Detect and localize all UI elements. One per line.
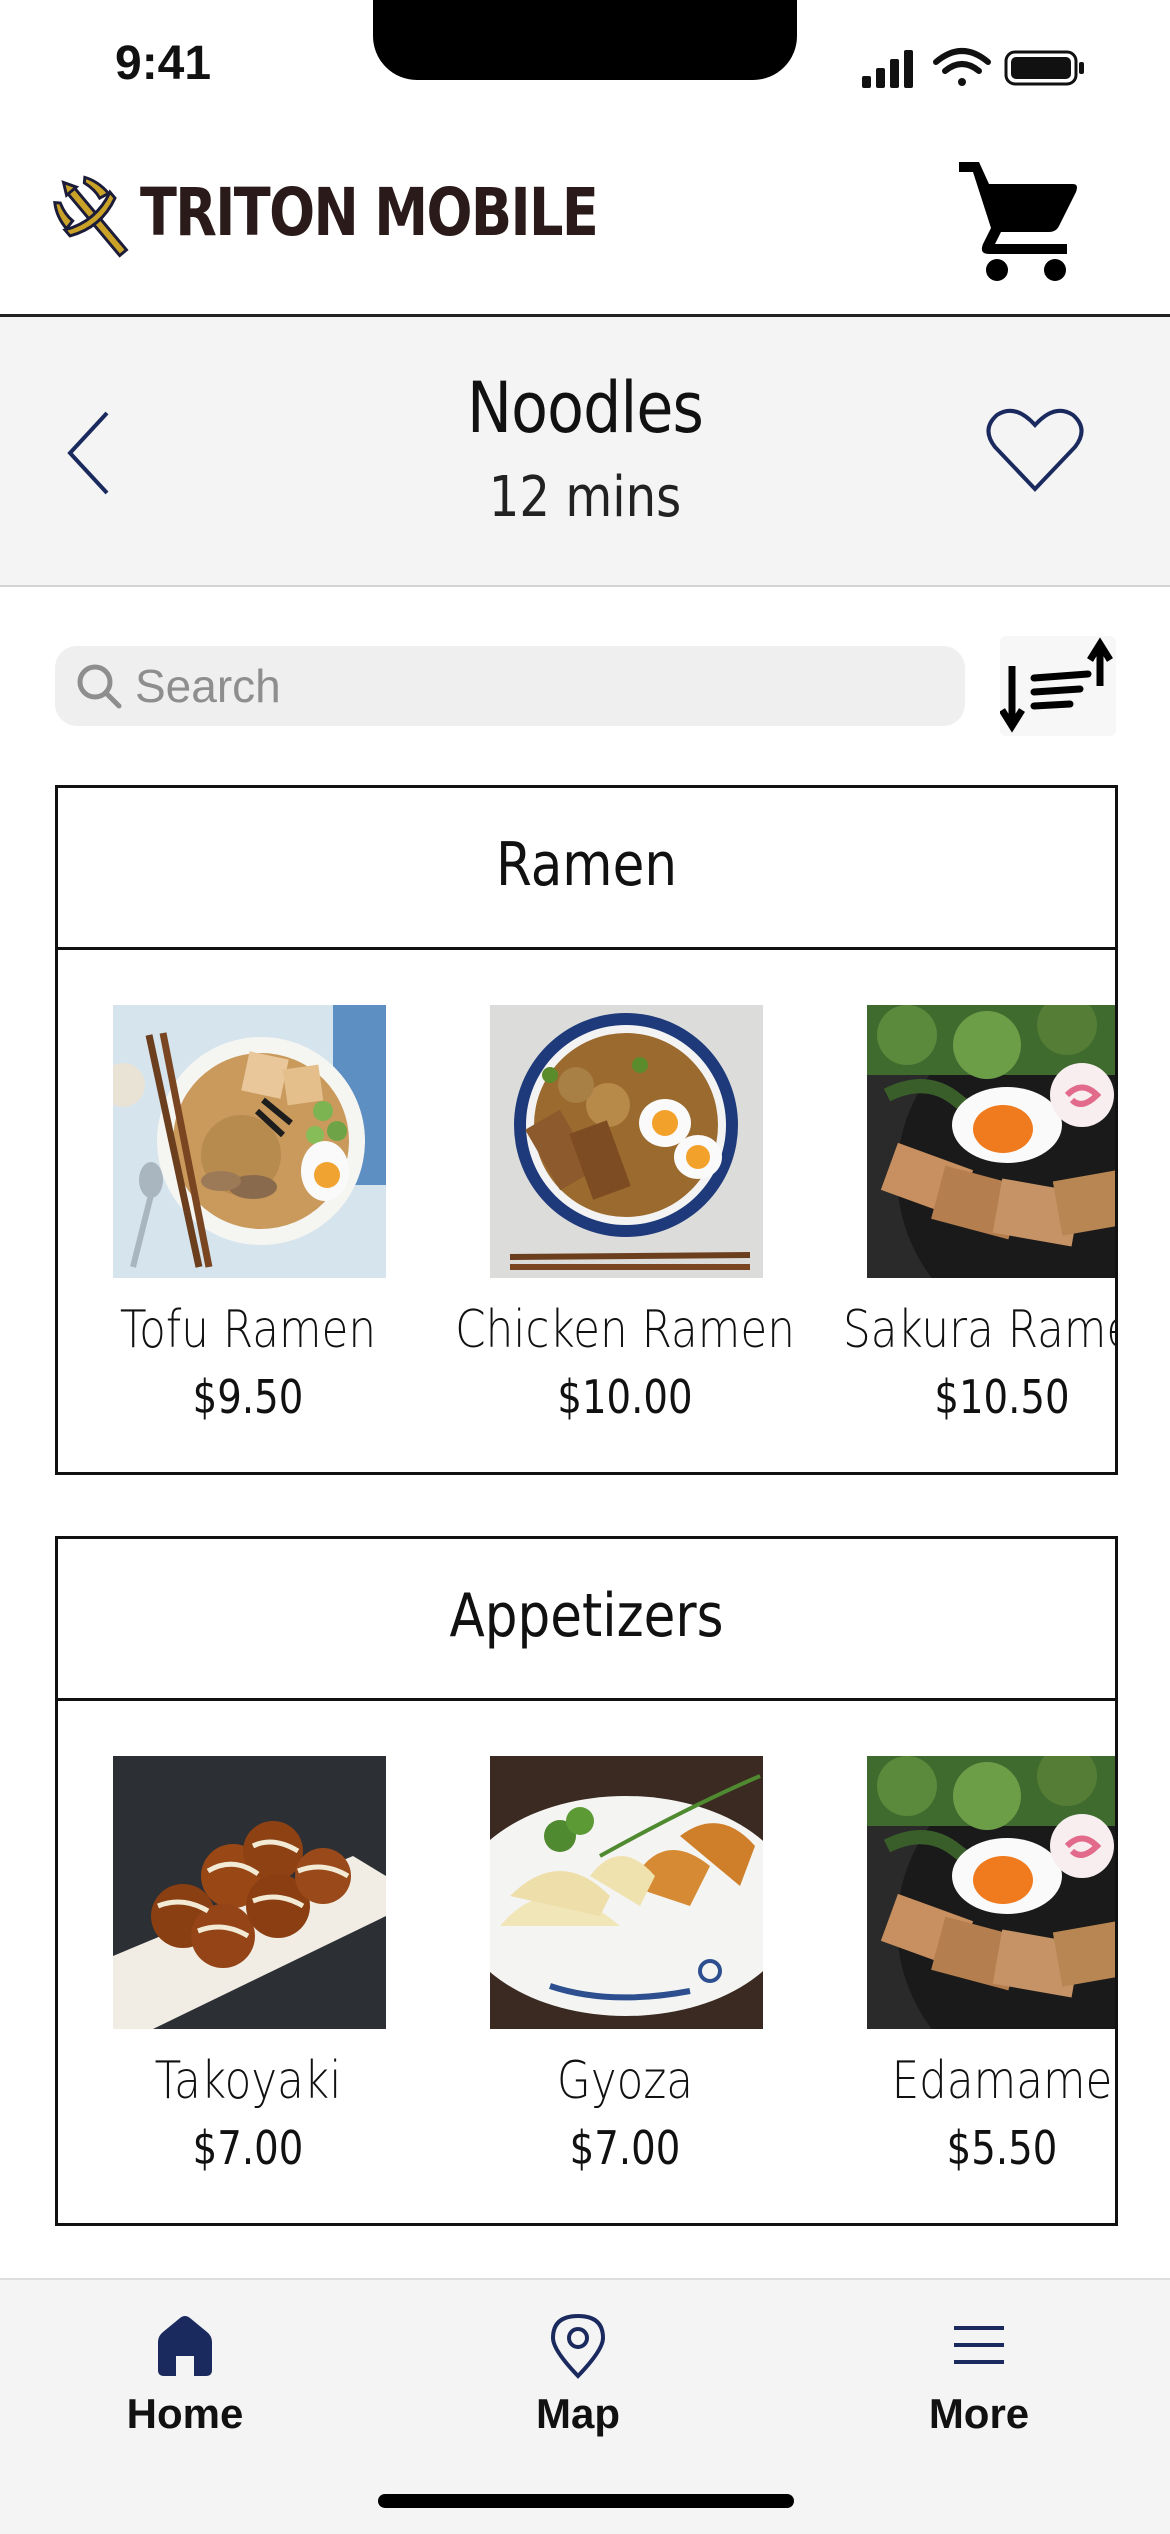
battery-icon <box>1004 50 1084 86</box>
trident-logo-icon <box>53 175 129 258</box>
section-title: Ramen <box>495 830 678 900</box>
search-icon <box>77 664 122 709</box>
takoyaki-photo <box>113 1756 386 2029</box>
map-pin-icon <box>550 2313 606 2379</box>
status-time: 9:41 <box>115 37 212 90</box>
menu-section-appetizers: Appetizers Takoyaki $7.00 Gyoza $7.00 Ed… <box>55 1536 1118 2226</box>
section-header: Ramen <box>58 788 1115 950</box>
tofu-ramen-photo <box>113 1005 386 1278</box>
sort-button[interactable] <box>999 636 1116 736</box>
menu-section-ramen: Ramen Tofu Ramen $9.50 Chicken Ramen $10… <box>55 785 1118 1475</box>
home-indicator <box>378 2494 794 2508</box>
gyoza-photo <box>490 1756 763 2029</box>
item-price: $9.50 <box>192 1370 304 1424</box>
item-price: $5.50 <box>946 2121 1058 2175</box>
wifi-icon <box>933 48 991 86</box>
menu-icon <box>954 2326 1004 2364</box>
tab-label: More <box>928 2390 1030 2437</box>
search-input[interactable] <box>135 646 935 726</box>
tab-label: Map <box>536 2390 620 2437</box>
item-name: Chicken Ramen <box>455 1300 795 1360</box>
tab-map[interactable]: Map <box>453 2310 703 2460</box>
cellular-signal-icon <box>862 50 913 88</box>
category-wait-time: 12 mins <box>488 465 682 530</box>
menu-item-card[interactable]: Chicken Ramen $10.00 <box>435 950 795 1472</box>
menu-item-card[interactable]: Takoyaki $7.00 <box>58 1701 398 2223</box>
heart-icon <box>986 408 1084 492</box>
item-name: Edamame <box>891 2051 1113 2111</box>
cart-button[interactable] <box>955 154 1085 284</box>
category-title: Noodles <box>466 367 704 449</box>
item-name: Gyoza <box>556 2051 694 2111</box>
section-header: Appetizers <box>58 1539 1115 1701</box>
edamame-photo <box>867 1756 1115 2029</box>
home-icon <box>158 2316 212 2376</box>
category-header: Noodles 12 mins <box>0 317 1170 587</box>
status-indicators <box>862 48 1084 88</box>
app-header: TRITON MOBILE <box>0 130 1170 317</box>
search-bar[interactable] <box>55 646 965 726</box>
favorite-button[interactable] <box>985 405 1085 495</box>
tab-more[interactable]: More <box>854 2310 1104 2460</box>
menu-item-card[interactable]: Edamame $5.50 <box>812 1701 1115 2223</box>
item-price: $10.00 <box>557 1370 693 1424</box>
status-bar: 9:41 <box>0 0 1170 130</box>
menu-item-card[interactable]: Tofu Ramen $9.50 <box>58 950 398 1472</box>
brand-name: TRITON MOBILE <box>140 174 599 251</box>
item-name: Tofu Ramen <box>119 1300 377 1360</box>
item-name: Sakura Ramen <box>842 1300 1115 1360</box>
tab-home[interactable]: Home <box>60 2310 310 2460</box>
sort-icon <box>999 637 1113 733</box>
section-title: Appetizers <box>449 1581 724 1651</box>
cart-icon <box>959 162 1077 281</box>
item-price: $10.50 <box>934 1370 1070 1424</box>
sakura-ramen-photo <box>867 1005 1115 1278</box>
tab-label: Home <box>126 2390 244 2437</box>
menu-item-card[interactable]: Gyoza $7.00 <box>435 1701 775 2223</box>
item-name: Takoyaki <box>154 2051 342 2111</box>
item-price: $7.00 <box>569 2121 681 2175</box>
menu-item-card[interactable]: Sakura Ramen $10.50 <box>812 950 1115 1472</box>
device-notch <box>373 0 797 80</box>
item-price: $7.00 <box>192 2121 304 2175</box>
chicken-ramen-photo <box>490 1005 763 1278</box>
